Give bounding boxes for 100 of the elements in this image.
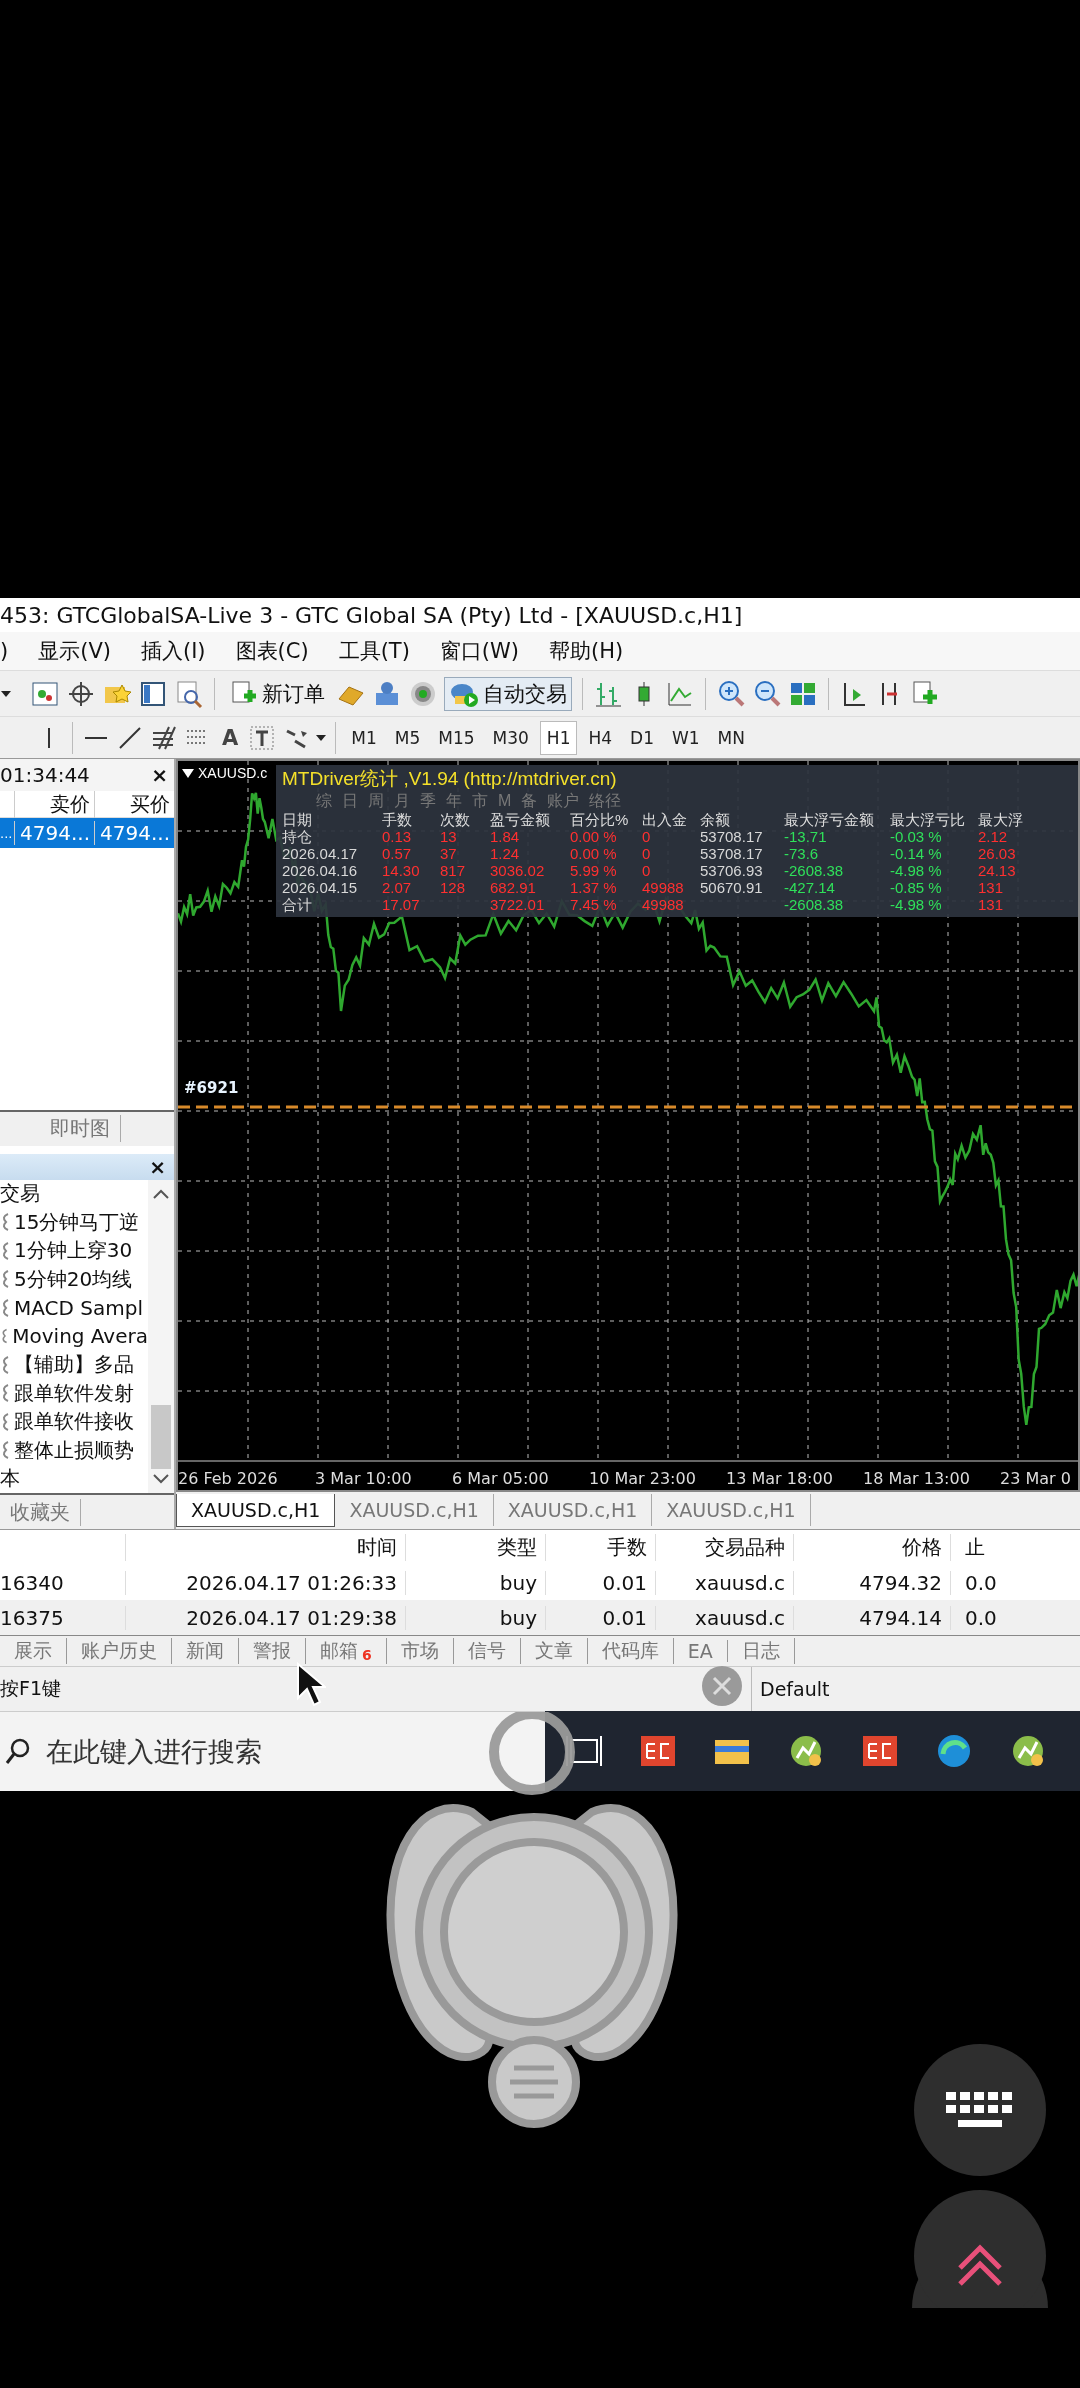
stats-cell-text: -0.85 % bbox=[890, 879, 943, 896]
timeframe-button[interactable]: W1 bbox=[665, 720, 707, 755]
navigator-item[interactable]: 交易 bbox=[0, 1180, 40, 1208]
timeframe-button[interactable]: M30 bbox=[485, 720, 536, 755]
stats-cell-text: 2026.04.15 bbox=[282, 879, 359, 896]
terminal-tab[interactable]: 文章 bbox=[520, 1638, 588, 1664]
stats-cell-text: 0.00 % bbox=[570, 845, 618, 862]
stats-cell-text: 0 bbox=[642, 862, 652, 879]
stats-cell-text: 17.07 bbox=[382, 896, 421, 913]
stats-cell-text: 128 bbox=[440, 879, 467, 896]
table-cell: buy bbox=[405, 1570, 545, 1595]
browser-icon[interactable] bbox=[935, 1732, 973, 1770]
stats-cell-text: 24.13 bbox=[978, 862, 1017, 879]
zoom-out-icon[interactable] bbox=[752, 678, 782, 709]
terminal-tab[interactable]: 日志 bbox=[727, 1638, 795, 1664]
stats-cell-text: 49988 bbox=[642, 896, 685, 913]
chart-tab[interactable]: XAUUSD.c,H1 bbox=[176, 1494, 336, 1527]
price-cell: 4794... bbox=[94, 821, 174, 845]
navigator-item[interactable]: 跟单软件接收 bbox=[14, 1408, 134, 1436]
table-cell: 2026.04.17 01:29:38 bbox=[125, 1605, 405, 1630]
menu-item[interactable]: 图表(C) bbox=[235, 637, 309, 665]
quote-row[interactable]: ... 4794... 4794... bbox=[0, 818, 174, 848]
stats-cell-text: 817 bbox=[440, 862, 467, 879]
caret-icon[interactable] bbox=[315, 733, 328, 742]
chart-tab[interactable]: XAUUSD.c,H1 bbox=[652, 1494, 811, 1526]
terminal-tab[interactable]: 账户历史 bbox=[67, 1638, 172, 1664]
chart-symbol-label: XAUUSD.c bbox=[198, 765, 268, 781]
navigator-item[interactable]: 15分钟马丁逆 bbox=[14, 1208, 140, 1236]
chevron-up-icon[interactable] bbox=[912, 2188, 1048, 2308]
close-icon[interactable]: × bbox=[149, 1154, 166, 1179]
dropdown-triangle-icon[interactable] bbox=[182, 768, 194, 778]
navigator-item[interactable]: Moving Avera bbox=[12, 1324, 148, 1349]
navigator-item[interactable]: 跟单软件发射 bbox=[14, 1379, 134, 1407]
navigator-item[interactable]: 5分钟20均线 bbox=[14, 1265, 133, 1293]
menu-item[interactable]: 窗口(W) bbox=[439, 637, 519, 665]
chart-tab[interactable]: XAUUSD.c,H1 bbox=[335, 1494, 494, 1526]
scroll-down-icon[interactable] bbox=[152, 1473, 170, 1485]
close-icon[interactable]: × bbox=[151, 763, 168, 787]
stats-cell-text: -427.14 bbox=[784, 879, 836, 896]
navigator-item[interactable]: 【辅助】多品 bbox=[14, 1351, 134, 1379]
chart-tab[interactable]: XAUUSD.c,H1 bbox=[493, 1494, 653, 1526]
navigator-item[interactable]: 1分钟上穿30 bbox=[14, 1237, 133, 1265]
magnifier-icon[interactable] bbox=[174, 678, 204, 709]
stats-cell-text: -2608.38 bbox=[784, 896, 845, 913]
scrollbar-thumb[interactable] bbox=[151, 1405, 171, 1469]
stats-cell-text: 1.84 bbox=[490, 828, 521, 845]
terminal-tab[interactable]: 新闻 bbox=[172, 1638, 239, 1664]
profile-name: Default bbox=[760, 1678, 830, 1700]
search-field[interactable]: 在此键入进行搜索 bbox=[44, 1735, 528, 1768]
stats-cell-text: 131 bbox=[978, 896, 1005, 913]
column-header: 类型 bbox=[405, 1534, 545, 1561]
timeframe-button[interactable]: D1 bbox=[623, 720, 661, 755]
auto-trading-button[interactable]: 自动交易 bbox=[444, 676, 572, 711]
stats-cell-text: 2.12 bbox=[978, 828, 1009, 845]
menu-item[interactable]: 插入(I) bbox=[140, 637, 206, 665]
timeframe-button[interactable]: M1 bbox=[344, 720, 384, 755]
zoom-in-icon[interactable] bbox=[716, 678, 746, 709]
stats-cell-text: 53708.17 bbox=[700, 845, 764, 862]
stats-cell-text: 1.24 bbox=[490, 845, 521, 862]
stats-cell-text: 3722.01 bbox=[490, 896, 546, 913]
caret-icon[interactable] bbox=[0, 689, 12, 698]
menu-item[interactable]: 显示(V) bbox=[38, 637, 111, 665]
new-order-button[interactable]: 新订单 bbox=[225, 676, 330, 711]
terminal-tab[interactable]: 信号 bbox=[453, 1638, 521, 1664]
column-header: 交易品种 bbox=[655, 1534, 793, 1561]
stats-panel-title: MTDriver统计 ,V1.94 (http://mtdriver.cn) bbox=[282, 767, 618, 791]
terminal-tab[interactable]: 邮箱 6 bbox=[306, 1638, 387, 1664]
table-cell: 4794.32 bbox=[793, 1570, 950, 1595]
timeframe-button[interactable]: MN bbox=[710, 720, 752, 755]
terminal-tab[interactable]: 展示 bbox=[0, 1638, 67, 1664]
navigator-item[interactable]: 整体止损顺势 bbox=[14, 1436, 134, 1464]
stats-column-header: 余额 bbox=[700, 811, 731, 828]
text-tool-button[interactable]: A bbox=[217, 722, 244, 753]
stats-cell-text: 682.91 bbox=[490, 879, 537, 896]
menu-item[interactable]: ) bbox=[0, 639, 9, 663]
table-cell: xauusd.c bbox=[655, 1570, 793, 1595]
menu-item[interactable]: 帮助(H) bbox=[549, 637, 624, 665]
time-axis-label: 23 Mar 0 bbox=[1000, 1469, 1072, 1488]
navigator-item[interactable]: MACD Sampl bbox=[14, 1295, 143, 1320]
scroll-up-icon[interactable] bbox=[152, 1187, 170, 1200]
window-title: 453: GTCGlobalSA-Live 3 - GTC Global SA (Pty) Ltd - [XAUUSD.c,H1] bbox=[0, 602, 743, 628]
timeframe-button[interactable]: H4 bbox=[581, 720, 620, 755]
keyboard-icon[interactable] bbox=[912, 2042, 1048, 2178]
table-cell: 2026.04.17 01:26:33 bbox=[125, 1570, 405, 1595]
timeframe-button[interactable]: M15 bbox=[431, 720, 482, 755]
timeframe-button[interactable]: M5 bbox=[387, 720, 428, 755]
timeframe-button[interactable]: H1 bbox=[539, 720, 578, 755]
stats-cell-text: 0 bbox=[642, 845, 652, 862]
menu-item[interactable]: 工具(T) bbox=[338, 637, 410, 665]
terminal-tab[interactable]: EA bbox=[673, 1640, 728, 1662]
navigator-item[interactable]: 本 bbox=[0, 1465, 20, 1493]
stats-cell-text: 2026.04.17 bbox=[282, 845, 359, 862]
table-cell: xauusd.c bbox=[655, 1605, 793, 1630]
terminal-tab[interactable]: 代码库 bbox=[587, 1638, 674, 1664]
stats-cell-text: 26.03 bbox=[978, 845, 1017, 862]
column-header: 止 bbox=[950, 1534, 1080, 1561]
column-header: 手数 bbox=[545, 1534, 655, 1561]
stats-column-header: 百分比% bbox=[570, 811, 630, 828]
stats-column-header: 最大浮 bbox=[978, 811, 1024, 828]
terminal-tab[interactable]: 市场 bbox=[386, 1638, 454, 1664]
